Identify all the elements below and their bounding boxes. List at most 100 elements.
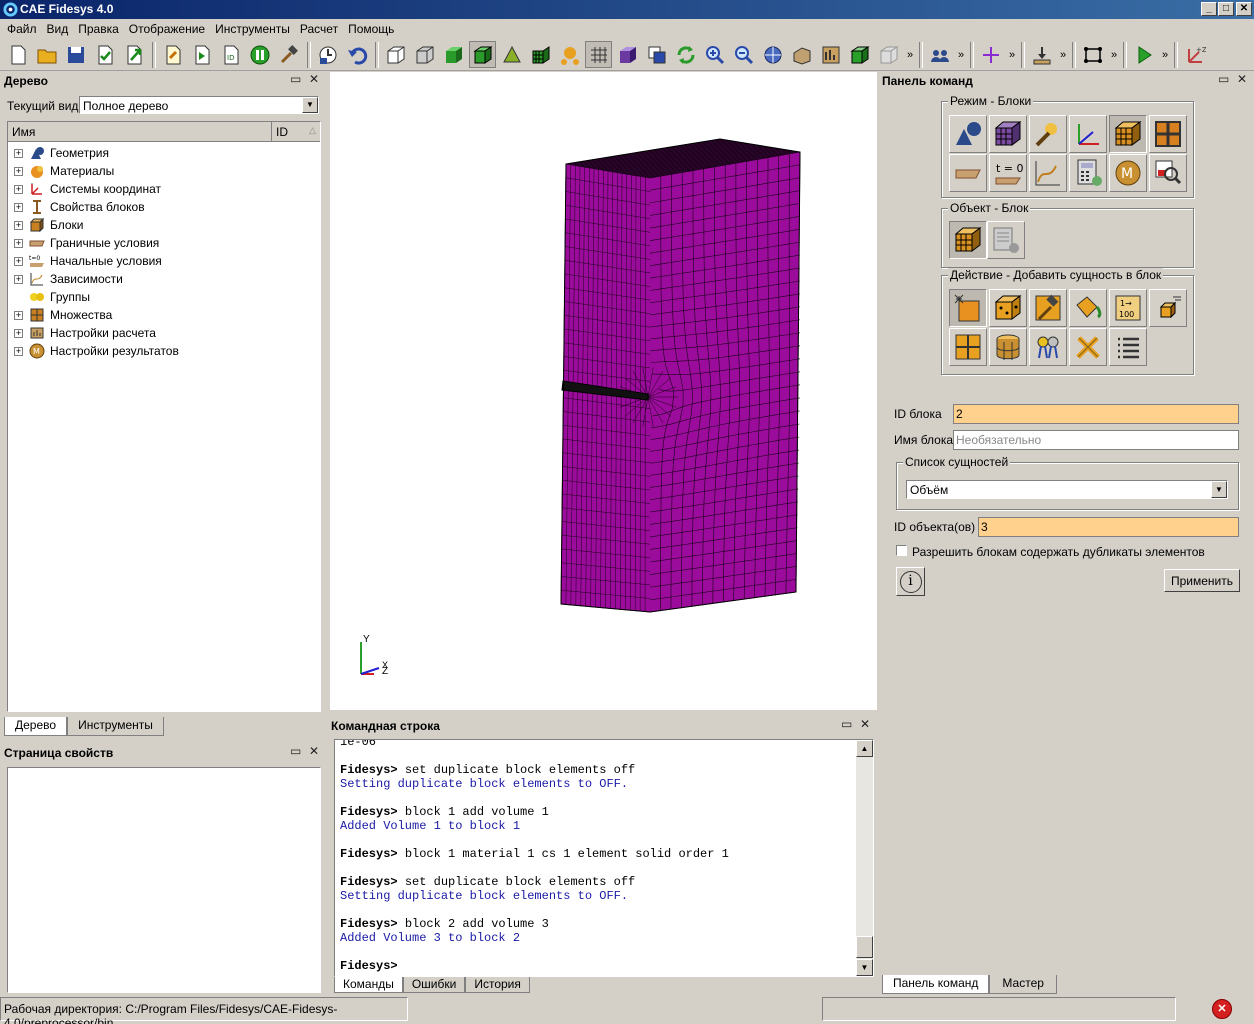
close-window-button[interactable]: ✕ bbox=[1236, 2, 1252, 16]
export-icon[interactable] bbox=[120, 41, 147, 68]
awards-button[interactable] bbox=[1029, 328, 1067, 366]
tree-item[interactable]: + Зависимости bbox=[8, 270, 320, 288]
layers-icon[interactable] bbox=[643, 41, 670, 68]
expand-icon[interactable]: + bbox=[14, 346, 23, 356]
toolbar-overflow-icon[interactable]: » bbox=[1108, 49, 1120, 61]
load-arrow-icon[interactable] bbox=[1028, 41, 1055, 68]
block-id-field[interactable]: 2 bbox=[953, 404, 1239, 424]
toolbar-overflow-icon[interactable]: » bbox=[904, 49, 916, 61]
material-mode-button[interactable] bbox=[1029, 115, 1067, 153]
close-panel-icon[interactable]: ✕ bbox=[1237, 72, 1247, 86]
zoom-view-button[interactable] bbox=[1149, 154, 1187, 192]
node-view-icon[interactable] bbox=[556, 41, 583, 68]
delete-tools-button[interactable] bbox=[1069, 328, 1107, 366]
script-edit-icon[interactable] bbox=[159, 41, 186, 68]
tree-item[interactable]: + M Настройки результатов bbox=[8, 342, 320, 360]
import-icon[interactable] bbox=[91, 41, 118, 68]
tree-item[interactable]: Группы bbox=[8, 288, 320, 306]
menu-tools[interactable]: Инструменты bbox=[210, 19, 295, 39]
split-button[interactable] bbox=[949, 328, 987, 366]
expand-icon[interactable]: + bbox=[14, 310, 23, 320]
undo-icon[interactable] bbox=[343, 41, 370, 68]
shaded-edges-cube-icon[interactable] bbox=[469, 41, 496, 68]
zoom-in-icon[interactable] bbox=[701, 41, 728, 68]
hammer-button[interactable] bbox=[1029, 289, 1067, 327]
toolbar-overflow-icon[interactable]: » bbox=[1159, 49, 1171, 61]
tree-item[interactable]: + Свойства блоков bbox=[8, 198, 320, 216]
tab-commands[interactable]: Команды bbox=[334, 977, 403, 993]
run-script-icon[interactable] bbox=[188, 41, 215, 68]
maximize-button[interactable]: □ bbox=[1218, 2, 1234, 16]
tab-tools[interactable]: Инструменты bbox=[67, 717, 164, 736]
tree-item[interactable]: + t=0 Начальные условия bbox=[8, 252, 320, 270]
menu-edit[interactable]: Правка bbox=[73, 19, 124, 39]
zoom-out-icon[interactable] bbox=[730, 41, 757, 68]
toolbar-overflow-icon[interactable]: » bbox=[1057, 49, 1069, 61]
hidden-line-cube-icon[interactable] bbox=[411, 41, 438, 68]
toolbar-overflow-icon[interactable]: » bbox=[1006, 49, 1018, 61]
float-panel-icon[interactable]: ▭ bbox=[290, 744, 301, 758]
expand-icon[interactable]: + bbox=[14, 274, 23, 284]
mesh-view-icon[interactable] bbox=[527, 41, 554, 68]
float-panel-icon[interactable]: ▭ bbox=[1218, 72, 1229, 86]
error-stop-icon[interactable]: ✕ bbox=[1212, 999, 1232, 1019]
float-panel-icon[interactable]: ▭ bbox=[290, 72, 301, 86]
expand-icon[interactable]: + bbox=[14, 256, 23, 266]
paint-bucket-button[interactable] bbox=[1069, 289, 1107, 327]
close-panel-icon[interactable]: ✕ bbox=[309, 72, 319, 86]
refresh-icon[interactable] bbox=[672, 41, 699, 68]
tree-item[interactable]: + Граничные условия bbox=[8, 234, 320, 252]
blocks-mode-button[interactable] bbox=[1109, 115, 1147, 153]
expand-icon[interactable]: + bbox=[14, 184, 23, 194]
hammer-tool-icon[interactable] bbox=[275, 41, 302, 68]
renumber-button[interactable]: 1→ 100 bbox=[1109, 289, 1147, 327]
axis-z-icon[interactable]: +Z bbox=[1181, 41, 1208, 68]
dependency-curve-button[interactable] bbox=[1029, 154, 1067, 192]
frame-icon[interactable] bbox=[1079, 41, 1106, 68]
tree-item[interactable]: + Материалы bbox=[8, 162, 320, 180]
results-mode-button[interactable]: M bbox=[1109, 154, 1147, 192]
toolbar-overflow-icon[interactable]: » bbox=[955, 49, 967, 61]
id-file-icon[interactable]: ID bbox=[217, 41, 244, 68]
tab-errors[interactable]: Ошибки bbox=[402, 977, 466, 993]
boundary-condition-button[interactable] bbox=[949, 154, 987, 192]
shaded-cube-icon[interactable] bbox=[440, 41, 467, 68]
add-entity-button[interactable] bbox=[949, 289, 987, 327]
tab-tree[interactable]: Дерево bbox=[4, 717, 68, 736]
menu-help[interactable]: Помощь bbox=[343, 19, 399, 39]
object-ids-field[interactable]: 3 bbox=[978, 517, 1239, 537]
scroll-down-icon[interactable]: ▼ bbox=[856, 959, 873, 976]
tree-item[interactable]: + Настройки расчета bbox=[8, 324, 320, 342]
menu-display[interactable]: Отображение bbox=[124, 19, 210, 39]
float-panel-icon[interactable]: ▭ bbox=[841, 717, 852, 731]
grid-view-icon[interactable] bbox=[585, 41, 612, 68]
run-analysis-icon[interactable] bbox=[1130, 41, 1157, 68]
chevron-down-icon[interactable]: ▼ bbox=[302, 97, 318, 113]
menu-file[interactable]: Файл bbox=[2, 19, 42, 39]
wireframe-cube-icon[interactable] bbox=[382, 41, 409, 68]
column-header-name[interactable]: Имя bbox=[8, 122, 272, 141]
command-output[interactable]: 1e-06 Fidesys> set duplicate block elemen… bbox=[334, 739, 874, 977]
new-file-icon[interactable] bbox=[4, 41, 31, 68]
box-view-icon[interactable] bbox=[788, 41, 815, 68]
tree-item[interactable]: + Системы координат bbox=[8, 180, 320, 198]
apply-button[interactable]: Применить bbox=[1164, 569, 1240, 592]
green-box-icon[interactable] bbox=[846, 41, 873, 68]
small-block-button[interactable] bbox=[1149, 289, 1187, 327]
cylinder-button[interactable] bbox=[989, 328, 1027, 366]
chart-panel-icon[interactable] bbox=[817, 41, 844, 68]
transparent-box-icon[interactable] bbox=[875, 41, 902, 68]
scroll-thumb[interactable] bbox=[856, 936, 873, 958]
save-icon[interactable] bbox=[62, 41, 89, 68]
sets-mode-button[interactable] bbox=[1149, 115, 1187, 153]
cube-dots-button[interactable] bbox=[989, 289, 1027, 327]
save-view-icon[interactable] bbox=[314, 41, 341, 68]
block-calc-button[interactable] bbox=[987, 221, 1025, 259]
list-button[interactable] bbox=[1109, 328, 1147, 366]
expand-icon[interactable]: + bbox=[14, 328, 23, 338]
tree-item[interactable]: + Блоки bbox=[8, 216, 320, 234]
expand-icon[interactable]: + bbox=[14, 238, 23, 248]
menu-analysis[interactable]: Расчет bbox=[295, 19, 343, 39]
info-button[interactable]: i bbox=[896, 567, 925, 596]
initial-condition-button[interactable]: t = 0 bbox=[989, 154, 1027, 192]
